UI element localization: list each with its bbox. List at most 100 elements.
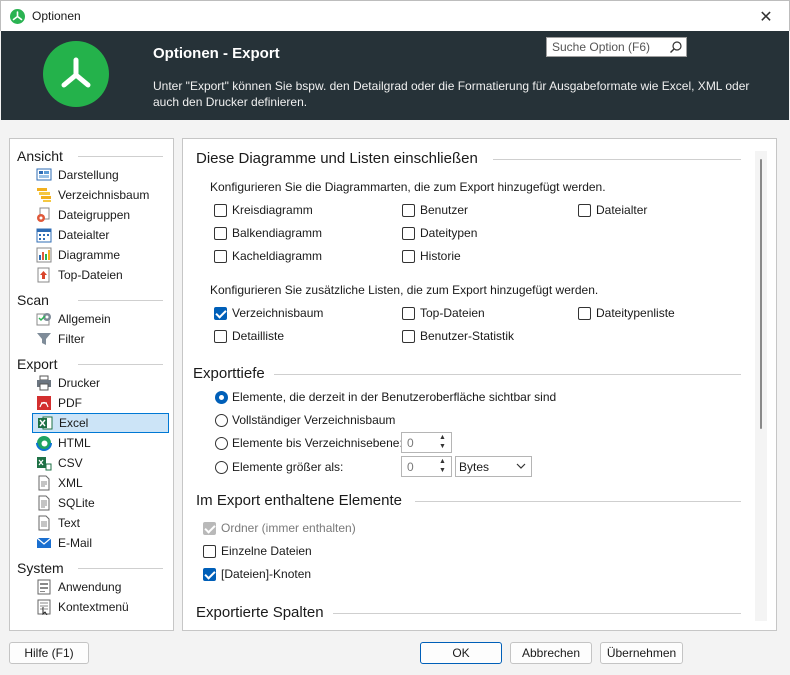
checkbox-top-dateien[interactable]: Top-Dateien <box>402 306 485 320</box>
tree-icon <box>36 187 52 203</box>
stepper-arrows[interactable]: ▲ ▼ <box>436 457 450 476</box>
sqlite-icon <box>36 495 52 511</box>
cancel-button[interactable]: Abbrechen <box>510 642 592 664</box>
vertical-scrollbar[interactable] <box>755 151 767 621</box>
sidebar-item-top-dateien[interactable]: Top-Dateien <box>32 265 169 285</box>
divider <box>78 156 163 157</box>
radio-visible-elements[interactable]: Elemente, die derzeit in der Benutzerobe… <box>215 390 556 404</box>
sidebar-item-filter[interactable]: Filter <box>32 329 169 349</box>
size-stepper[interactable]: 0 ▲ ▼ <box>401 456 452 477</box>
search-box[interactable] <box>546 37 687 57</box>
sidebar-item-allgemein[interactable]: Allgemein <box>32 309 169 329</box>
divider <box>493 159 741 160</box>
lists-intro: Konfigurieren Sie zusätzliche Listen, di… <box>210 283 599 297</box>
radio-size-limit[interactable]: Elemente größer als: <box>215 460 343 474</box>
checkbox-benutzer-statistik[interactable]: Benutzer-Statistik <box>402 329 514 343</box>
html-icon <box>36 435 52 451</box>
checkbox-dateien-knoten[interactable]: [Dateien]-Knoten <box>203 567 311 581</box>
checkbox-balkendiagramm[interactable]: Balkendiagramm <box>214 226 322 240</box>
sidebar-item-dateigruppen[interactable]: Dateigruppen <box>32 205 169 225</box>
sidebar-item-sqlite[interactable]: SQLite <box>32 493 169 513</box>
checkbox-historie[interactable]: Historie <box>402 249 461 263</box>
radio-level-limit[interactable]: Elemente bis Verzeichnisebene: <box>215 436 403 450</box>
scrollbar-thumb[interactable] <box>760 159 762 429</box>
help-button[interactable]: Hilfe (F1) <box>9 642 89 664</box>
checkbox-kreisdiagramm[interactable]: Kreisdiagramm <box>214 203 313 217</box>
checkbox-detailliste[interactable]: Detailliste <box>214 329 284 343</box>
chart-icon <box>36 247 52 263</box>
sidebar-item-xml[interactable]: XML <box>32 473 169 493</box>
checkbox-dateitypen[interactable]: Dateitypen <box>402 226 477 240</box>
close-icon[interactable]: ✕ <box>743 1 789 32</box>
xml-icon <box>36 475 52 491</box>
excel-icon <box>37 415 53 431</box>
checkbox-benutzer[interactable]: Benutzer <box>402 203 468 217</box>
window-title: Optionen <box>32 9 81 23</box>
options-sidebar: Ansicht Darstellung Verzeichnisbaum Date… <box>9 138 174 631</box>
checkbox-dateitypenliste[interactable]: Dateitypenliste <box>578 306 675 320</box>
sidebar-item-dateialter[interactable]: Dateialter <box>32 225 169 245</box>
size-unit-select[interactable]: Bytes <box>455 456 532 477</box>
group-export: Export <box>17 356 58 372</box>
calendar-icon <box>36 227 52 243</box>
page-description: Unter "Export" können Sie bspw. den Deta… <box>153 79 750 109</box>
sidebar-item-email[interactable]: E-Mail <box>32 533 169 553</box>
divider <box>78 568 163 569</box>
csv-icon <box>36 455 52 471</box>
sidebar-item-csv[interactable]: CSV <box>32 453 169 473</box>
search-icon[interactable] <box>669 40 683 57</box>
checkbox-einzelne-dateien[interactable]: Einzelne Dateien <box>203 544 312 558</box>
sidebar-item-diagramme[interactable]: Diagramme <box>32 245 169 265</box>
settings-icon <box>36 311 52 327</box>
sidebar-item-darstellung[interactable]: Darstellung <box>32 165 169 185</box>
divider <box>415 501 741 502</box>
sidebar-item-pdf[interactable]: PDF <box>32 393 169 413</box>
page-title: Optionen - Export <box>153 45 280 62</box>
group-system: System <box>17 560 64 576</box>
ok-button[interactable]: OK <box>420 642 502 664</box>
export-settings-panel: Diese Diagramme und Listen einschließen … <box>182 138 777 631</box>
page-header: Optionen - Export Unter "Export" können … <box>1 31 789 120</box>
filegroups-icon <box>36 207 52 223</box>
divider <box>333 613 741 614</box>
section-title-include: Diese Diagramme und Listen einschließen <box>196 150 478 167</box>
chevron-down-icon <box>516 460 526 474</box>
stepper-arrows[interactable]: ▲ ▼ <box>436 433 450 452</box>
printer-icon <box>36 375 52 391</box>
email-icon <box>36 535 52 551</box>
filter-icon <box>36 331 52 347</box>
checkbox-dateialter[interactable]: Dateialter <box>578 203 647 217</box>
sidebar-item-html[interactable]: HTML <box>32 433 169 453</box>
context-menu-icon <box>36 599 52 616</box>
section-title-exporttiefe: Exporttiefe <box>193 365 265 382</box>
sidebar-item-verzeichnisbaum[interactable]: Verzeichnisbaum <box>32 185 169 205</box>
radio-full-tree[interactable]: Vollständiger Verzeichnisbaum <box>215 413 395 427</box>
group-scan: Scan <box>17 292 49 308</box>
treesize-logo-icon <box>43 41 109 107</box>
top-files-icon <box>36 267 52 283</box>
text-icon <box>36 515 52 531</box>
section-title-exported-columns: Exportierte Spalten <box>196 604 324 621</box>
display-icon <box>36 167 52 183</box>
diagrams-intro: Konfigurieren Sie die Diagrammarten, die… <box>210 180 606 194</box>
group-ansicht: Ansicht <box>17 148 63 164</box>
level-stepper[interactable]: 0 ▲ ▼ <box>401 432 452 453</box>
divider <box>78 364 163 365</box>
divider <box>274 374 741 375</box>
checkbox-verzeichnisbaum[interactable]: Verzeichnisbaum <box>214 306 323 320</box>
apply-button[interactable]: Übernehmen <box>600 642 683 664</box>
application-icon <box>36 579 52 595</box>
sidebar-item-anwendung[interactable]: Anwendung <box>32 577 169 597</box>
pdf-icon <box>36 395 52 411</box>
sidebar-item-kontextmenue[interactable]: Kontextmenü <box>32 597 169 617</box>
search-input[interactable] <box>547 38 667 56</box>
checkbox-kacheldiagramm[interactable]: Kacheldiagramm <box>214 249 322 263</box>
section-title-included-elements: Im Export enthaltene Elemente <box>196 492 402 509</box>
checkbox-ordner: Ordner (immer enthalten) <box>203 521 356 535</box>
sidebar-item-excel[interactable]: Excel <box>32 413 169 433</box>
divider <box>78 300 163 301</box>
sidebar-item-drucker[interactable]: Drucker <box>32 373 169 393</box>
app-logo-icon <box>10 9 25 24</box>
sidebar-item-text[interactable]: Text <box>32 513 169 533</box>
title-bar: Optionen ✕ <box>0 0 790 31</box>
